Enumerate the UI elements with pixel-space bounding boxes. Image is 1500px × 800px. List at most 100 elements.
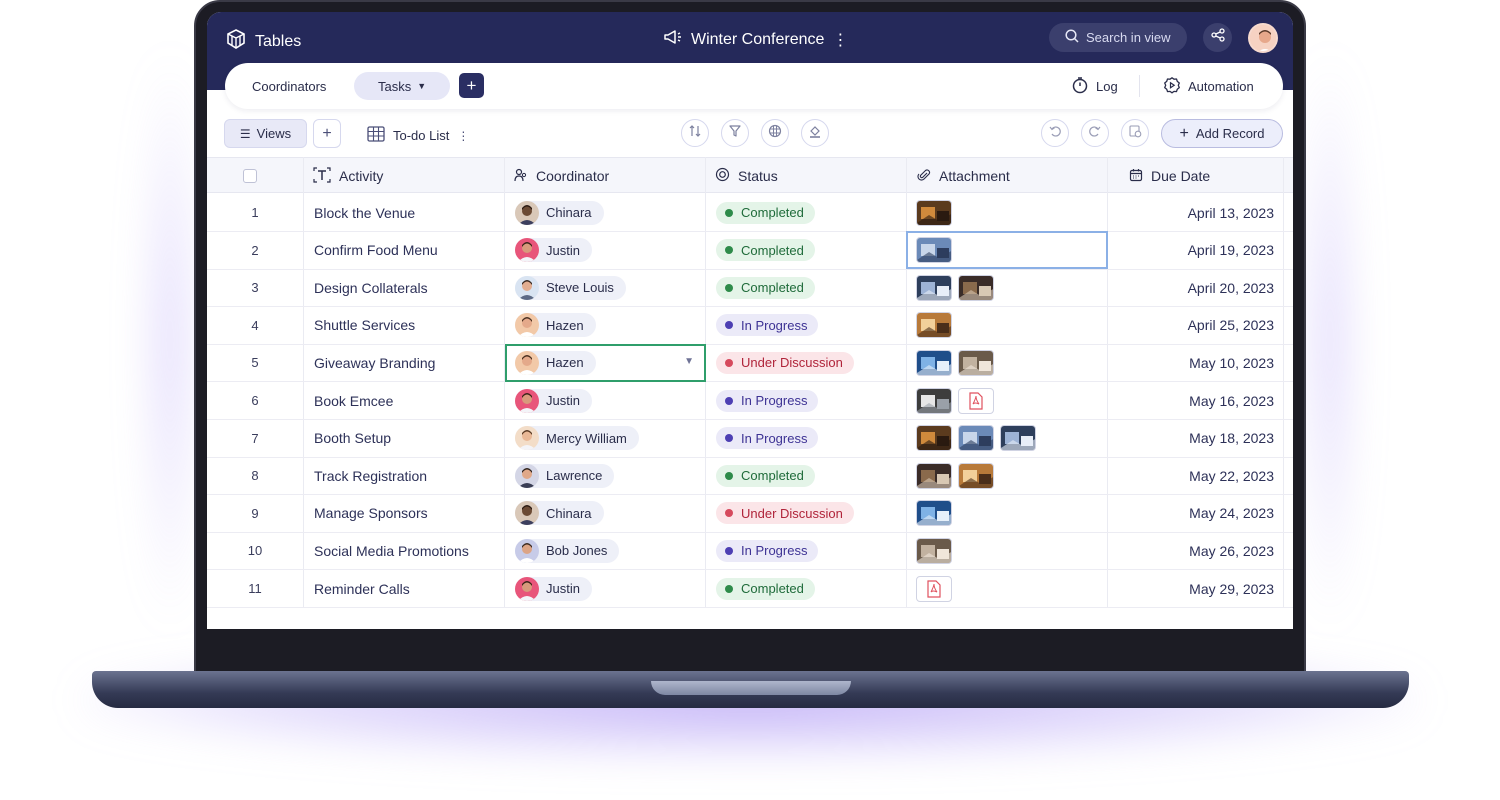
share-button[interactable] bbox=[1203, 23, 1232, 52]
coordinator-cell[interactable]: Mercy William bbox=[515, 420, 639, 457]
attachment-cell[interactable] bbox=[916, 194, 958, 231]
activity-cell[interactable]: Social Media Promotions bbox=[314, 532, 469, 569]
coordinator-cell[interactable]: Hazen bbox=[515, 307, 596, 344]
activity-cell[interactable]: Book Emcee bbox=[314, 382, 393, 419]
status-cell[interactable]: In Progress bbox=[716, 307, 819, 344]
pdf-file-icon[interactable] bbox=[916, 575, 952, 602]
activity-cell[interactable]: Confirm Food Menu bbox=[314, 232, 438, 269]
workspace-title[interactable]: Winter Conference ⋮ bbox=[663, 28, 848, 51]
redo-button[interactable] bbox=[1081, 119, 1109, 147]
due-date-cell[interactable]: May 29, 2023 bbox=[1107, 570, 1274, 607]
image-thumbnail[interactable] bbox=[916, 537, 952, 564]
due-date-cell[interactable]: May 22, 2023 bbox=[1107, 457, 1274, 494]
editing-cell-outline[interactable]: ▼ bbox=[505, 344, 706, 382]
checkbox[interactable] bbox=[243, 169, 257, 183]
table-row[interactable]: 8 Track Registration Lawrence Completed May … bbox=[207, 457, 1293, 496]
table-row[interactable]: 10 Social Media Promotions Bob Jones In Pro… bbox=[207, 532, 1293, 571]
caret-down-icon[interactable]: ▼ bbox=[684, 356, 694, 367]
status-cell[interactable]: Completed bbox=[716, 194, 815, 231]
table-row[interactable]: 9 Manage Sponsors Chinara Under Discussion M… bbox=[207, 495, 1293, 533]
status-cell[interactable]: In Progress bbox=[716, 532, 819, 569]
tab-coordinators[interactable]: Coordinators bbox=[252, 72, 326, 100]
column-header-status[interactable]: Status bbox=[715, 158, 778, 194]
coordinator-cell[interactable]: Justin bbox=[515, 232, 592, 269]
table-row[interactable]: 5 Giveaway Branding Hazen Under Discussion M… bbox=[207, 344, 1293, 383]
undo-button[interactable] bbox=[1041, 119, 1069, 147]
attachment-cell[interactable] bbox=[916, 344, 1000, 381]
due-date-cell[interactable]: May 16, 2023 bbox=[1107, 382, 1274, 419]
pdf-file-icon[interactable] bbox=[958, 387, 994, 414]
status-cell[interactable]: Under Discussion bbox=[716, 495, 854, 532]
image-thumbnail[interactable] bbox=[958, 425, 994, 452]
attachment-cell[interactable] bbox=[916, 307, 958, 344]
status-cell[interactable]: In Progress bbox=[716, 420, 819, 457]
image-thumbnail[interactable] bbox=[916, 462, 952, 489]
image-thumbnail[interactable] bbox=[958, 349, 994, 376]
activity-cell[interactable]: Reminder Calls bbox=[314, 570, 410, 607]
add-view-button[interactable]: + bbox=[313, 119, 341, 148]
activity-cell[interactable]: Giveaway Branding bbox=[314, 344, 435, 381]
table-row[interactable]: 4 Shuttle Services Hazen In Progress April 2… bbox=[207, 307, 1293, 345]
image-thumbnail[interactable] bbox=[916, 349, 952, 376]
coordinator-cell[interactable]: Steve Louis bbox=[515, 269, 626, 306]
user-avatar[interactable] bbox=[1248, 23, 1278, 53]
attachment-cell[interactable] bbox=[916, 532, 958, 569]
due-date-cell[interactable]: May 18, 2023 bbox=[1107, 420, 1274, 457]
activity-cell[interactable]: Booth Setup bbox=[314, 420, 391, 457]
sort-button[interactable] bbox=[681, 119, 709, 147]
brand[interactable]: Tables bbox=[225, 28, 301, 55]
activity-cell[interactable]: Shuttle Services bbox=[314, 307, 415, 344]
attachment-cell[interactable] bbox=[916, 420, 1042, 457]
table-row[interactable]: 1 Block the Venue Chinara Completed April 13… bbox=[207, 194, 1293, 232]
history-button[interactable] bbox=[1121, 119, 1149, 147]
coordinator-cell[interactable]: Bob Jones bbox=[515, 532, 620, 569]
search-input[interactable]: Search in view bbox=[1049, 23, 1187, 52]
coordinator-cell[interactable]: Justin bbox=[515, 382, 592, 419]
log-button[interactable]: Log bbox=[1071, 72, 1118, 100]
activity-cell[interactable]: Manage Sponsors bbox=[314, 495, 428, 532]
image-thumbnail[interactable] bbox=[916, 312, 952, 339]
view-selector[interactable]: To-do List ⋮ bbox=[367, 126, 469, 145]
status-cell[interactable]: Under Discussion bbox=[716, 344, 854, 381]
color-button[interactable] bbox=[801, 119, 829, 147]
status-cell[interactable]: Completed bbox=[716, 232, 815, 269]
tab-tasks[interactable]: Tasks ▼ bbox=[354, 72, 451, 100]
add-table-button[interactable]: + bbox=[459, 73, 484, 98]
attachment-cell[interactable] bbox=[916, 457, 1000, 494]
image-thumbnail[interactable] bbox=[916, 274, 952, 301]
table-row[interactable]: 11 Reminder Calls Justin Completed May 29, 2… bbox=[207, 570, 1293, 608]
status-cell[interactable]: Completed bbox=[716, 269, 815, 306]
due-date-cell[interactable]: April 25, 2023 bbox=[1107, 307, 1274, 344]
image-thumbnail[interactable] bbox=[1000, 425, 1036, 452]
image-thumbnail[interactable] bbox=[916, 199, 952, 226]
attachment-cell[interactable] bbox=[916, 495, 958, 532]
column-header-due-date[interactable]: Due Date bbox=[1129, 158, 1210, 194]
column-header-activity[interactable]: Activity bbox=[313, 158, 383, 194]
coordinator-cell[interactable]: Lawrence bbox=[515, 457, 615, 494]
views-button[interactable]: ☰ Views bbox=[224, 119, 307, 148]
activity-cell[interactable]: Block the Venue bbox=[314, 194, 415, 231]
add-record-button[interactable]: + Add Record bbox=[1161, 119, 1283, 148]
column-header-coordinator[interactable]: Coordinator bbox=[514, 158, 609, 194]
image-thumbnail[interactable] bbox=[916, 387, 952, 414]
select-all-checkbox[interactable] bbox=[243, 158, 257, 194]
group-button[interactable] bbox=[761, 119, 789, 147]
status-cell[interactable]: Completed bbox=[716, 570, 815, 607]
image-thumbnail[interactable] bbox=[958, 462, 994, 489]
due-date-cell[interactable]: May 24, 2023 bbox=[1107, 495, 1274, 532]
due-date-cell[interactable]: May 10, 2023 bbox=[1107, 344, 1274, 381]
table-row[interactable]: 7 Booth Setup Mercy William In Progress May … bbox=[207, 420, 1293, 458]
table-row[interactable]: 2 Confirm Food Menu Justin Completed April 1… bbox=[207, 232, 1293, 270]
automation-button[interactable]: Automation bbox=[1163, 72, 1254, 100]
attachment-cell[interactable] bbox=[916, 382, 1000, 419]
filter-button[interactable] bbox=[721, 119, 749, 147]
coordinator-cell[interactable]: Justin bbox=[515, 570, 592, 607]
attachment-cell[interactable] bbox=[916, 570, 958, 607]
due-date-cell[interactable]: April 19, 2023 bbox=[1107, 232, 1274, 269]
column-header-attachment[interactable]: Attachment bbox=[917, 158, 1010, 194]
more-vertical-icon[interactable]: ⋮ bbox=[832, 30, 848, 50]
status-cell[interactable]: In Progress bbox=[716, 382, 819, 419]
activity-cell[interactable]: Track Registration bbox=[314, 457, 427, 494]
due-date-cell[interactable]: April 20, 2023 bbox=[1107, 269, 1274, 306]
table-row[interactable]: 3 Design Collaterals Steve Louis Completed A… bbox=[207, 269, 1293, 308]
